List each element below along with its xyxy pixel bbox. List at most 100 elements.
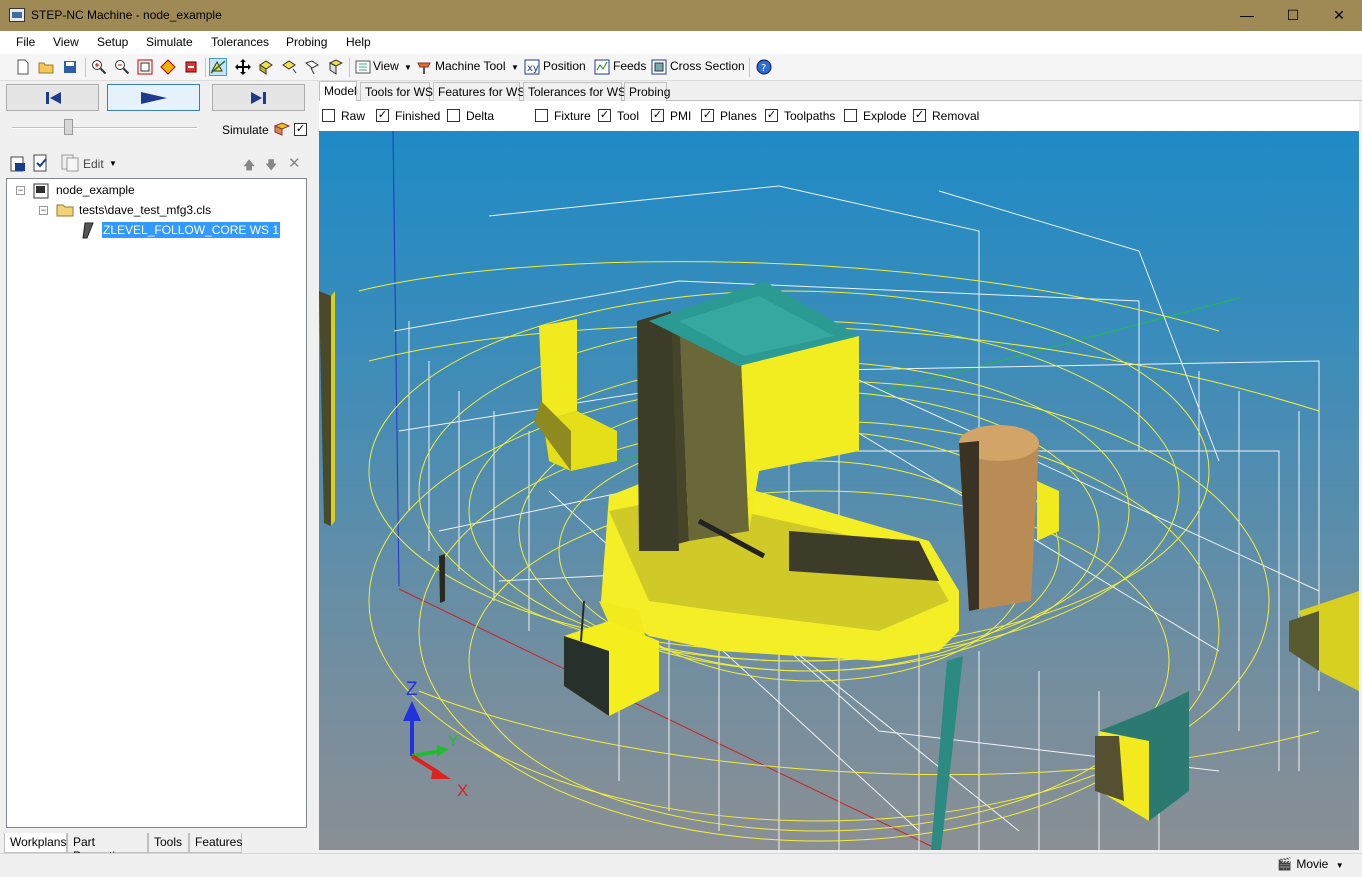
folder-icon bbox=[56, 202, 74, 220]
collapse-child-icon[interactable]: − bbox=[39, 206, 48, 215]
tab-features[interactable]: Features bbox=[189, 833, 242, 853]
3d-viewport[interactable]: Z Y X bbox=[319, 131, 1359, 850]
cross-section-button[interactable]: Cross Section bbox=[670, 59, 745, 73]
tree-node-root[interactable]: node_example bbox=[56, 183, 135, 197]
svg-text:?: ? bbox=[761, 63, 766, 74]
menu-probing[interactable]: Probing bbox=[286, 35, 327, 49]
workplan-tree[interactable]: − node_example − tests\dave_test_mfg3.cl… bbox=[6, 178, 307, 828]
movie-icon: 🎬 bbox=[1277, 857, 1292, 871]
slider-thumb[interactable] bbox=[64, 119, 73, 135]
tool-checkbox[interactable]: ✓ bbox=[598, 109, 611, 123]
tab-tools-for-ws[interactable]: Tools for WS bbox=[360, 82, 433, 101]
raw-checkbox[interactable] bbox=[322, 109, 335, 123]
option-toolpaths[interactable]: ✓ Toolpaths bbox=[765, 108, 835, 123]
scene bbox=[319, 131, 1359, 850]
view-top-icon[interactable] bbox=[280, 58, 298, 76]
delta-checkbox[interactable] bbox=[447, 109, 460, 123]
pmi-checkbox[interactable]: ✓ bbox=[651, 109, 664, 123]
tab-probing[interactable]: Probing bbox=[624, 82, 670, 101]
machine-tool-icon[interactable] bbox=[415, 58, 433, 76]
edit-icon[interactable] bbox=[60, 154, 80, 175]
zoom-out-icon[interactable] bbox=[113, 58, 131, 76]
machine-tool-dropdown[interactable]: Machine Tool bbox=[435, 59, 506, 73]
close-button[interactable]: ✕ bbox=[1316, 0, 1362, 31]
option-removal[interactable]: ✓ Removal bbox=[913, 108, 979, 123]
svg-text:xy: xy bbox=[527, 63, 539, 74]
collapse-root-icon[interactable]: − bbox=[16, 186, 25, 195]
option-explode[interactable]: Explode bbox=[844, 108, 906, 123]
tab-model[interactable]: Model bbox=[319, 81, 357, 102]
tree-toolbar: Edit ▼ 🡅 🡇 ✕ bbox=[0, 151, 313, 177]
view-dropdown-icon[interactable] bbox=[354, 58, 372, 76]
axis-x-label: X bbox=[457, 781, 469, 800]
previous-button[interactable] bbox=[6, 84, 99, 111]
pan-icon[interactable] bbox=[234, 58, 252, 76]
edit-chevron-icon[interactable]: ▼ bbox=[109, 159, 117, 168]
play-button[interactable] bbox=[107, 84, 200, 111]
menu-tolerances[interactable]: Tolerances bbox=[211, 35, 269, 49]
position-icon[interactable]: xy bbox=[523, 58, 541, 76]
option-raw[interactable]: Raw bbox=[322, 108, 365, 123]
move-down-icon[interactable]: 🡇 bbox=[265, 156, 277, 177]
maximize-button[interactable]: ☐ bbox=[1270, 0, 1316, 31]
simulate-checkbox[interactable]: ✓ bbox=[294, 123, 307, 136]
toolpaths-checkbox[interactable]: ✓ bbox=[765, 109, 778, 123]
tab-tolerances-for-ws[interactable]: Tolerances for WS bbox=[523, 82, 626, 101]
window-title: STEP-NC Machine - node_example bbox=[31, 8, 222, 22]
new-file-icon[interactable] bbox=[14, 58, 32, 76]
planes-checkbox[interactable]: ✓ bbox=[701, 109, 714, 123]
tree-node-workingstep[interactable]: ZLEVEL_FOLLOW_CORE WS 1 bbox=[102, 222, 281, 238]
option-delta[interactable]: Delta bbox=[447, 108, 494, 123]
rotate-view-icon[interactable] bbox=[182, 58, 200, 76]
tab-features-for-ws[interactable]: Features for WS bbox=[433, 82, 525, 101]
tab-workplans[interactable]: Workplans bbox=[4, 833, 67, 853]
zoom-in-icon[interactable] bbox=[90, 58, 108, 76]
menu-simulate[interactable]: Simulate bbox=[146, 35, 193, 49]
menu-file[interactable]: File bbox=[16, 35, 35, 49]
view-dropdown[interactable]: View bbox=[373, 59, 399, 73]
edit-menu[interactable]: Edit bbox=[83, 157, 104, 171]
option-pmi[interactable]: ✓ PMI bbox=[651, 108, 691, 123]
explode-checkbox[interactable] bbox=[844, 109, 857, 123]
view-dropdown-chevron-icon[interactable]: ▼ bbox=[404, 63, 412, 72]
tab-tools[interactable]: Tools bbox=[148, 833, 189, 853]
option-finished[interactable]: ✓ Finished bbox=[376, 108, 440, 123]
checklist-icon[interactable] bbox=[32, 154, 50, 175]
tab-part-properties[interactable]: Part Properties bbox=[67, 833, 148, 863]
delete-icon[interactable]: ✕ bbox=[288, 154, 301, 172]
view-iso-icon[interactable] bbox=[326, 58, 344, 76]
menu-setup[interactable]: Setup bbox=[97, 35, 128, 49]
select-mode-icon[interactable] bbox=[209, 58, 227, 76]
move-up-icon[interactable]: 🡅 bbox=[243, 156, 255, 177]
cross-section-icon[interactable] bbox=[650, 58, 668, 76]
option-fixture[interactable]: Fixture bbox=[535, 108, 591, 123]
fixture-checkbox[interactable] bbox=[535, 109, 548, 123]
skip-back-icon bbox=[45, 91, 61, 104]
display-options: Raw ✓ Finished Delta Fixture ✓ Tool ✓ PMI ✓… bbox=[319, 101, 1359, 131]
menu-help[interactable]: Help bbox=[346, 35, 371, 49]
menu-bar: File View Setup Simulate Tolerances Prob… bbox=[0, 31, 1362, 54]
minimize-button[interactable]: — bbox=[1224, 0, 1270, 31]
movie-dropdown[interactable]: 🎬 Movie ▼ bbox=[1277, 857, 1344, 871]
orient-icon[interactable] bbox=[159, 58, 177, 76]
view-tabs: Model Tools for WS Features for WS Toler… bbox=[319, 81, 1362, 102]
option-planes[interactable]: ✓ Planes bbox=[701, 108, 757, 123]
save-icon[interactable] bbox=[61, 58, 79, 76]
simulation-slider[interactable] bbox=[12, 127, 197, 129]
position-button[interactable]: Position bbox=[543, 59, 586, 73]
help-icon[interactable]: ? bbox=[755, 58, 773, 76]
open-folder-icon[interactable] bbox=[37, 58, 55, 76]
zoom-fit-icon[interactable] bbox=[136, 58, 154, 76]
lock-icon[interactable] bbox=[9, 154, 27, 175]
feeds-icon[interactable] bbox=[593, 58, 611, 76]
finished-checkbox[interactable]: ✓ bbox=[376, 109, 389, 123]
next-button[interactable] bbox=[212, 84, 305, 111]
removal-checkbox[interactable]: ✓ bbox=[913, 109, 926, 123]
machine-tool-chevron-icon[interactable]: ▼ bbox=[511, 63, 519, 72]
tree-node-program[interactable]: tests\dave_test_mfg3.cls bbox=[79, 203, 211, 217]
view-side-icon[interactable] bbox=[303, 58, 321, 76]
view-front-icon[interactable] bbox=[257, 58, 275, 76]
menu-view[interactable]: View bbox=[53, 35, 79, 49]
feeds-button[interactable]: Feeds bbox=[613, 59, 646, 73]
option-tool[interactable]: ✓ Tool bbox=[598, 108, 639, 123]
